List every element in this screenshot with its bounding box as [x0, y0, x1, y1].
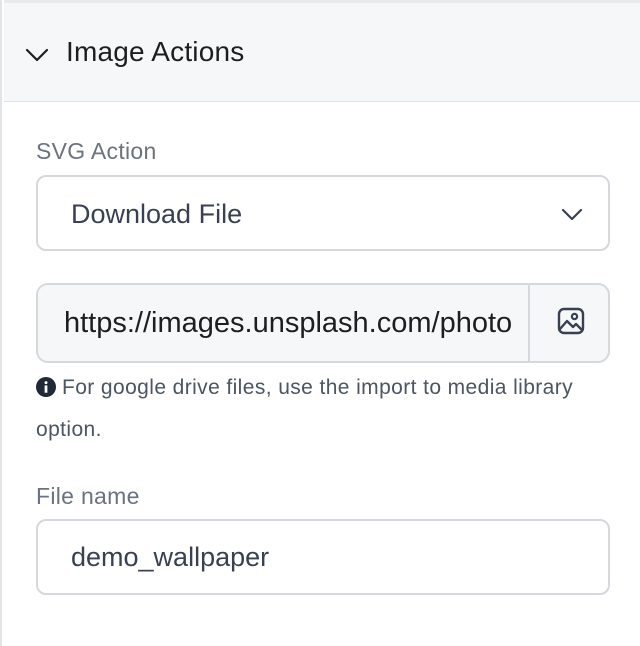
section-title: Image Actions	[66, 36, 245, 67]
chevron-down-icon[interactable]	[24, 42, 50, 68]
image-url-field	[36, 283, 610, 363]
svg-action-label: SVG Action	[36, 138, 157, 164]
image-icon	[556, 306, 586, 341]
image-url-input[interactable]	[38, 285, 530, 361]
info-icon	[36, 370, 56, 397]
image-actions-panel: Image Actions SVG Action Download File h…	[0, 0, 640, 646]
file-name-input[interactable]	[36, 519, 610, 595]
help-text-content: For google drive files, use the import t…	[36, 376, 574, 441]
file-name-label: File name	[36, 483, 140, 509]
help-text: For google drive files, use the import t…	[36, 367, 596, 451]
chevron-down-icon	[560, 202, 584, 226]
select-media-button[interactable]	[532, 285, 608, 361]
svg-action-selected-value: Download File	[71, 199, 243, 229]
svg-action-select[interactable]: Download File	[36, 175, 610, 251]
section-header[interactable]: Image Actions	[4, 0, 640, 102]
